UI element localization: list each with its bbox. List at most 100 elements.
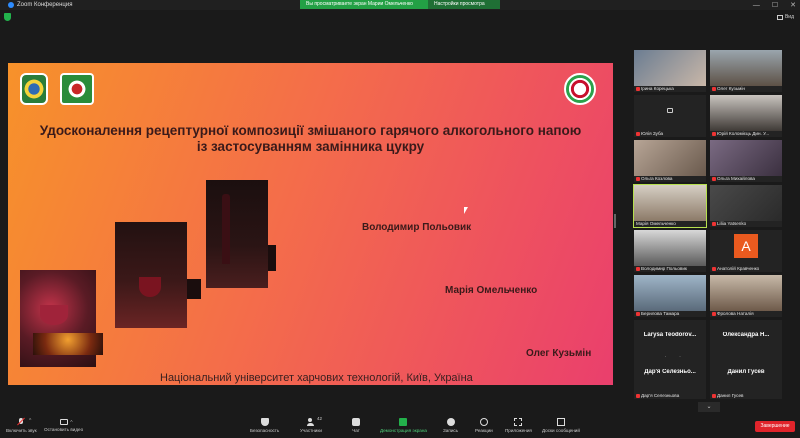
share-banner: Вы просматриваете экран Марии Омельченко… — [300, 0, 500, 9]
panel-splitter[interactable] — [614, 214, 616, 228]
slide-footer: Національний університет харчових технол… — [160, 372, 473, 384]
participants-label: Участники — [300, 428, 322, 433]
mic-muted-icon — [712, 311, 716, 316]
chevron-up-icon[interactable]: ^ — [70, 420, 72, 426]
security-button[interactable]: Безопасность — [250, 418, 279, 433]
chevron-up-icon[interactable]: ^ — [29, 418, 31, 424]
mute-button[interactable]: ^ Включить звук — [6, 418, 37, 433]
participant-name: Дар'я Селезньова — [641, 393, 680, 398]
view-options-button[interactable]: Настройки просмотра — [428, 0, 500, 9]
participant-name: Ірина Корецька — [641, 86, 674, 91]
gallery-scroll-down-icon[interactable]: ⌄ — [698, 402, 720, 412]
participants-count: 42 — [316, 416, 322, 421]
participant-name-large: Larysa Teodorov... — [643, 332, 697, 338]
participant-video: Данил Гусев — [710, 357, 782, 393]
video-label: Остановить видео — [44, 427, 84, 432]
participant-name-large: Данил Гусев — [727, 369, 765, 375]
window-controls: — ☐ ✕ — [753, 0, 796, 10]
microphone-muted-icon: ^ — [17, 418, 31, 426]
participant-tile[interactable]: Ольга Козлова — [634, 140, 706, 182]
mouse-cursor-icon — [464, 207, 468, 214]
reactions-button[interactable]: Реакции — [475, 418, 493, 433]
participant-tile[interactable]: A Анатолій Кравченко — [710, 230, 782, 272]
participant-tile[interactable]: Берилова Тамара — [634, 275, 706, 317]
camera-off-icon — [667, 108, 673, 113]
mic-muted-icon — [636, 176, 640, 181]
notes-button[interactable]: Доски сообщений — [542, 418, 580, 433]
security-label: Безопасность — [250, 428, 280, 433]
apps-button[interactable]: Приложения — [505, 418, 532, 433]
participant-tile[interactable]: Юрій Коломієць Дин. У... — [710, 95, 782, 137]
participant-video — [634, 230, 706, 266]
apps-label: Приложения — [505, 428, 532, 433]
participant-name-large: Дар'я Селезньо... — [644, 369, 696, 375]
mic-muted-icon — [636, 86, 640, 91]
participant-video: Дар'я Селезньо... — [634, 357, 706, 393]
participant-video — [634, 275, 706, 311]
university-emblem-icon — [20, 73, 48, 105]
mic-muted-icon — [712, 86, 716, 91]
participant-name: Анатолій Кравченко — [717, 266, 760, 271]
window-title: Zoom Конференция — [17, 2, 73, 8]
participant-name: Юрій Коломієць Дин. У... — [717, 131, 770, 136]
participant-tile[interactable]: Ольга Михайлова — [710, 140, 782, 182]
meeting-toolbar: ^ Включить звук ^ Остановить видео Безоп… — [0, 414, 800, 438]
participants-button[interactable]: 42 Участники — [300, 416, 322, 433]
video-button[interactable]: ^ Остановить видео — [44, 418, 83, 432]
shield-icon — [260, 418, 269, 426]
encryption-shield-icon[interactable] — [4, 13, 11, 21]
participant-video — [634, 140, 706, 176]
reactions-label: Реакции — [475, 428, 493, 433]
mic-muted-icon — [712, 221, 716, 226]
record-button[interactable]: Запись — [443, 418, 458, 433]
share-banner-message: Вы просматриваете экран Марии Омельченко — [300, 0, 428, 9]
participant-tile[interactable]: Володимир Польовик — [634, 230, 706, 272]
participant-video — [710, 95, 782, 131]
mic-muted-icon — [712, 176, 716, 181]
share-screen-button[interactable]: Демонстрация экрана — [380, 418, 427, 433]
participant-tile[interactable]: Данил Гусев Данил Гусев — [710, 357, 782, 399]
chat-button[interactable]: Чат — [352, 418, 360, 433]
participant-name-large: Олександра Н... — [722, 332, 770, 338]
participant-video — [634, 95, 706, 131]
participant-name: Фролова Наталія — [717, 311, 754, 316]
participant-tile-active-speaker[interactable]: Марія Омельченко — [633, 184, 707, 228]
view-button[interactable]: Вид — [776, 14, 794, 20]
participant-name: Володимир Польовик — [641, 266, 687, 271]
nuft-logo-icon — [564, 73, 596, 105]
participant-tile[interactable]: Олександра Н... Олександра Нагорна — [710, 320, 782, 362]
photo-shadow — [268, 245, 276, 271]
participant-tile[interactable]: Liliia Yatsenko — [710, 185, 782, 227]
mute-label: Включить звук — [6, 428, 37, 433]
participant-name: Данил Гусев — [717, 393, 744, 398]
zoom-logo-icon — [8, 2, 14, 8]
participant-tile[interactable]: Larysa Teodorov... Larysa Teodorovych — [634, 320, 706, 362]
wine-glass-photo — [115, 222, 187, 328]
participant-video — [710, 50, 782, 86]
maximize-icon[interactable]: ☐ — [772, 1, 778, 9]
mic-muted-icon — [712, 131, 716, 136]
participant-name: Liliia Yatsenko — [717, 221, 747, 226]
avatar-letter: A — [734, 234, 758, 258]
minimize-icon[interactable]: — — [753, 2, 760, 9]
participants-icon: 42 — [306, 416, 322, 426]
share-screen-icon — [399, 418, 408, 426]
shared-screen-slide: Удосконалення рецептурної композиції змі… — [8, 63, 613, 385]
record-icon — [446, 418, 455, 426]
participant-video: A — [710, 230, 782, 266]
participant-tile[interactable]: Фролова Наталія — [710, 275, 782, 317]
mic-muted-icon — [636, 393, 640, 398]
participant-tile[interactable]: Олег Кузьмін — [710, 50, 782, 92]
photo-shadow — [187, 279, 201, 299]
participant-name: Ольга Михайлова — [717, 176, 755, 181]
end-meeting-button[interactable]: Завершение — [755, 421, 795, 432]
participant-tile[interactable]: Ірина Корецька — [634, 50, 706, 92]
mic-muted-icon — [636, 266, 640, 271]
close-icon[interactable]: ✕ — [790, 1, 796, 9]
participant-tile[interactable]: Юлія Зуба — [634, 95, 706, 137]
author-1: Володимир Польовик — [362, 222, 472, 233]
participant-name: Юлія Зуба — [641, 131, 664, 136]
participant-video — [634, 50, 706, 86]
participant-tile[interactable]: Дар'я Селезньо... Дар'я Селезньова — [634, 357, 706, 399]
notes-label: Доски сообщений — [542, 428, 580, 433]
